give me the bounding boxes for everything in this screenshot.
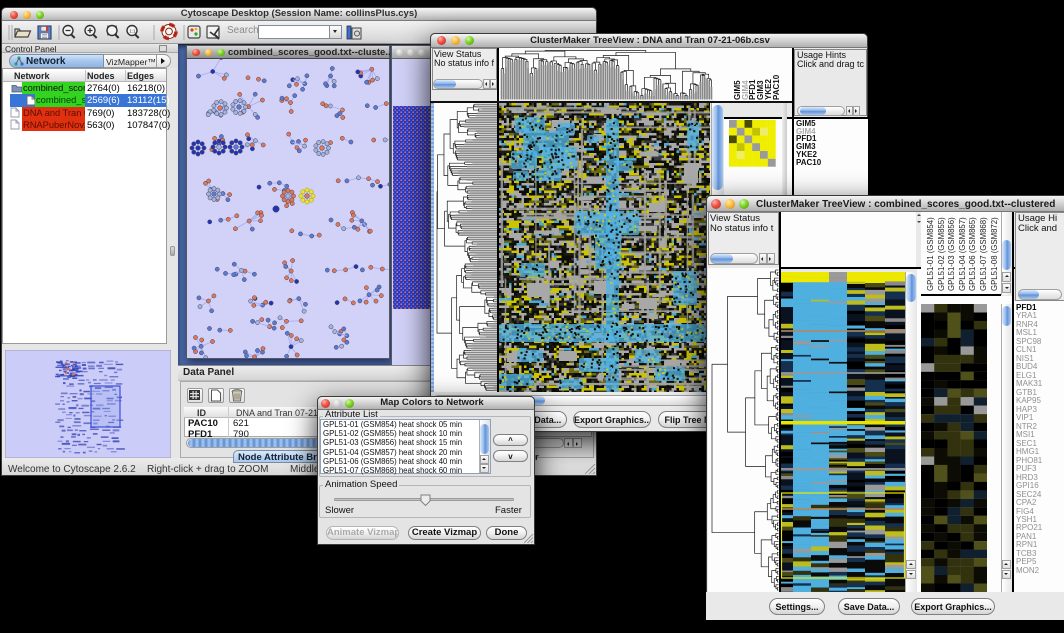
- svg-text:1:1: 1:1: [129, 29, 136, 34]
